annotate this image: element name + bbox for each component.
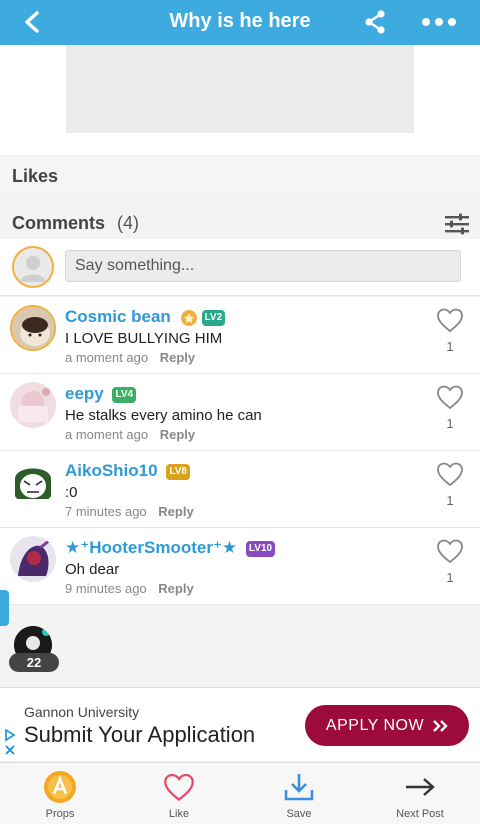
avatar[interactable] [10, 382, 56, 428]
comments-count: (4) [117, 213, 139, 233]
reply-button[interactable]: Reply [160, 427, 195, 442]
filter-icon[interactable] [444, 213, 470, 235]
reply-button[interactable]: Reply [158, 504, 193, 519]
like-button[interactable]: Like [139, 769, 219, 824]
user-badges: LV8 [166, 463, 190, 480]
props-label: Props [45, 808, 75, 820]
chevron-left-icon [25, 11, 39, 33]
post-image-placeholder[interactable] [66, 45, 414, 133]
like-label: Like [168, 808, 190, 820]
username-text[interactable]: AikoShio10 [65, 461, 158, 480]
avatar-image-icon [10, 382, 56, 428]
avatar[interactable] [10, 305, 56, 351]
comment-timestamp: 9 minutes ago [65, 581, 147, 596]
username-text[interactable]: eepy [65, 384, 104, 403]
user-badges: LV10 [245, 540, 276, 557]
more-options-button[interactable] [416, 6, 462, 38]
comment-text: He stalks every amino he can [65, 407, 262, 424]
level-badge: LV10 [245, 540, 276, 557]
bottom-nav: Props Like Save Next Post [0, 762, 480, 824]
adchoices-icon[interactable] [4, 728, 16, 758]
level-badge: LV8 [166, 463, 190, 480]
comment-timestamp: a moment ago [65, 427, 149, 442]
save-button[interactable]: Save [259, 769, 339, 824]
double-chevron-right-icon [433, 719, 448, 732]
comment-like-count: 1 [446, 339, 454, 354]
reply-button[interactable]: Reply [160, 350, 195, 365]
reply-button[interactable]: Reply [158, 581, 193, 596]
top-bar: Why is he here [0, 0, 480, 45]
avatar[interactable] [10, 536, 56, 582]
avatar-image-icon [10, 459, 56, 505]
comment-timestamp: 7 minutes ago [65, 504, 147, 519]
comment-item: eepy LV4 He stalks every amino he can a … [0, 374, 480, 451]
save-label: Save [286, 808, 312, 820]
comment-meta: 7 minutes ago Reply [65, 504, 194, 519]
comment-like-count: 1 [446, 493, 454, 508]
comment-username[interactable]: eepy LV4 [65, 384, 137, 404]
comment-username[interactable]: Cosmic bean LV2 [65, 307, 226, 327]
share-button[interactable] [358, 5, 392, 39]
side-drawer-handle[interactable] [0, 590, 9, 626]
comment-meta: a moment ago Reply [65, 350, 195, 365]
post-media-area [0, 45, 480, 155]
comment-item: AikoShio10 LV8 :0 7 minutes ago Reply 1 [0, 451, 480, 528]
comments-label: Comments [12, 213, 106, 233]
comment-meta: 9 minutes ago Reply [65, 581, 194, 596]
comment-item: Cosmic bean LV2 I LOVE BULLYING HIM a mo… [0, 297, 480, 374]
likes-section[interactable]: Likes [0, 157, 480, 194]
comment-like-count: 1 [446, 416, 454, 431]
comment-composer: Say something... [0, 239, 480, 296]
online-count-badge[interactable]: 22 [9, 653, 59, 672]
apply-now-button[interactable]: APPLY NOW [305, 705, 469, 746]
dot-icon [448, 18, 456, 26]
user-placeholder-icon [20, 256, 46, 282]
page-title: Why is he here [169, 10, 311, 32]
next-post-button[interactable]: Next Post [380, 769, 460, 824]
apply-now-label: APPLY NOW [325, 716, 425, 734]
avatar-image-icon [12, 307, 54, 349]
back-button[interactable] [14, 6, 50, 38]
dot-icon [422, 18, 430, 26]
ad-banner[interactable]: Gannon University Submit Your Applicatio… [0, 687, 480, 761]
ad-sponsor: Gannon University [24, 704, 140, 720]
likes-label: Likes [12, 166, 59, 186]
arrow-right-icon [406, 778, 435, 796]
level-badge: LV2 [201, 309, 226, 326]
avatar[interactable] [10, 459, 56, 505]
comment-like-count: 1 [446, 570, 454, 585]
props-button[interactable]: Props [20, 769, 100, 824]
comment-input[interactable]: Say something... [65, 250, 461, 282]
comment-item: ★⁺HooterSmooter⁺★ LV10 Oh dear 9 minutes… [0, 528, 480, 605]
heart-icon[interactable] [436, 538, 464, 564]
comment-username[interactable]: ★⁺HooterSmooter⁺★ LV10 [65, 538, 276, 558]
heart-icon [164, 773, 194, 802]
next-post-label: Next Post [396, 808, 444, 820]
comment-meta: a moment ago Reply [65, 427, 195, 442]
gold-medal-icon [180, 309, 197, 326]
heart-icon[interactable] [436, 384, 464, 410]
level-badge: LV4 [112, 386, 137, 403]
ad-headline[interactable]: Submit Your Application [24, 722, 255, 748]
user-badges: LV4 [112, 386, 137, 403]
heart-icon[interactable] [436, 307, 464, 333]
comment-username[interactable]: AikoShio10 LV8 [65, 461, 190, 481]
comments-header: Comments (4) [0, 205, 480, 239]
comment-text: Oh dear [65, 561, 120, 578]
dot-icon [435, 18, 443, 26]
download-icon [284, 774, 314, 801]
username-text[interactable]: Cosmic bean [65, 307, 171, 326]
props-coin-icon [44, 771, 76, 803]
comment-text: I LOVE BULLYING HIM [65, 330, 223, 347]
share-icon [365, 10, 385, 34]
comment-text: :0 [65, 484, 78, 501]
heart-icon[interactable] [436, 461, 464, 487]
comment-timestamp: a moment ago [65, 350, 149, 365]
my-avatar [12, 246, 54, 288]
user-badges: LV2 [180, 309, 226, 327]
username-text[interactable]: ★⁺HooterSmooter⁺★ [65, 538, 237, 557]
avatar-image-icon [10, 536, 56, 582]
